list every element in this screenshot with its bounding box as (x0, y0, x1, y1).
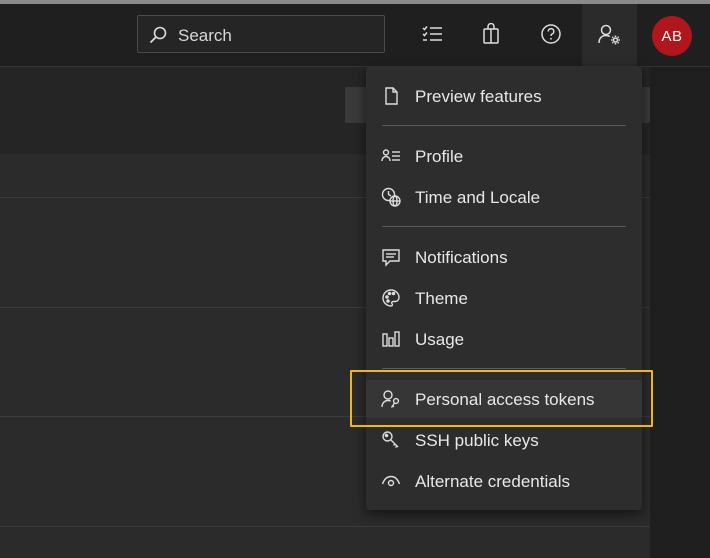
shopping-bag-icon[interactable] (477, 20, 505, 48)
menu-item-preview-features[interactable]: Preview features (366, 77, 642, 115)
highlight-box (350, 370, 653, 427)
user-settings-icon (597, 23, 623, 47)
menu-item-usage[interactable]: Usage (366, 320, 642, 358)
menu-item-alternate-credentials[interactable]: Alternate credentials (366, 462, 642, 500)
bar-chart-icon (381, 329, 401, 349)
avatar[interactable]: AB (652, 16, 692, 56)
menu-separator (382, 368, 626, 369)
contact-card-icon (381, 146, 401, 166)
user-settings-button[interactable] (582, 4, 637, 66)
message-icon (381, 247, 401, 267)
ssh-key-icon (381, 430, 401, 450)
clock-globe-icon (381, 187, 401, 207)
search-box[interactable]: Search (137, 15, 385, 53)
eye-icon (381, 471, 401, 491)
right-gutter (650, 67, 710, 558)
top-bar: Search AB (0, 4, 710, 67)
menu-separator (382, 226, 626, 227)
menu-item-profile[interactable]: Profile (366, 137, 642, 175)
user-settings-menu: Preview features Profile Time and Locale… (366, 66, 642, 510)
menu-item-notifications[interactable]: Notifications (366, 238, 642, 276)
document-icon (381, 86, 401, 106)
menu-item-theme[interactable]: Theme (366, 279, 642, 317)
palette-icon (381, 288, 401, 308)
search-icon (148, 25, 168, 45)
menu-separator (382, 125, 626, 126)
row-divider (0, 526, 650, 527)
menu-item-time-and-locale[interactable]: Time and Locale (366, 178, 642, 216)
help-icon[interactable] (537, 20, 565, 48)
search-placeholder: Search (178, 26, 232, 45)
list-icon[interactable] (418, 20, 446, 48)
